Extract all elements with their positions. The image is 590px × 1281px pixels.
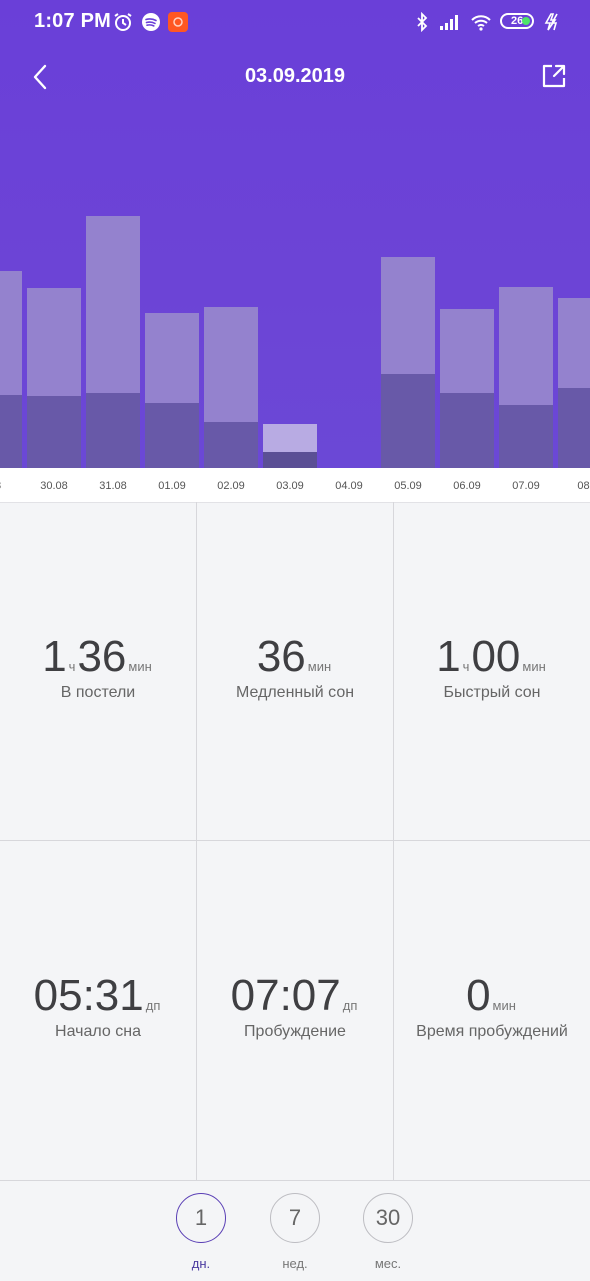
- charging-icon: [544, 13, 558, 31]
- stat-value: 05:31 дп: [33, 971, 161, 1020]
- bar-deep-30.08[interactable]: [27, 396, 81, 468]
- stat-label: Быстрый сон: [443, 684, 541, 701]
- bar-deep-02.09[interactable]: [204, 422, 258, 468]
- period-month-button[interactable]: 30: [363, 1193, 413, 1243]
- bar-light-30.08[interactable]: [27, 288, 81, 396]
- axis-tick-label: 30.08: [40, 480, 68, 492]
- stat-label: Медленный сон: [235, 684, 355, 701]
- bar-deep-29.08[interactable]: [0, 395, 22, 468]
- status-time: 1:07 PM: [34, 10, 111, 32]
- bluetooth-icon: [417, 12, 428, 32]
- wifi-icon: [471, 15, 491, 31]
- app-notification-icon: [168, 12, 188, 32]
- bar-deep-05.09[interactable]: [381, 374, 435, 468]
- date-axis: 08 30.08 31.08 01.09 02.09 03.09 04.09 05.09 06.…: [0, 468, 590, 503]
- bar-deep-01.09[interactable]: [145, 403, 199, 468]
- signal-icon: [440, 15, 458, 30]
- stat-value: 1 ч00 мин: [436, 632, 546, 681]
- stat-light-sleep: 36 мин Медленный сон: [197, 502, 393, 840]
- stat-label: Время пробуждений: [416, 1023, 568, 1040]
- bar-deep-31.08[interactable]: [86, 393, 140, 468]
- bar-light-31.08[interactable]: [86, 216, 140, 393]
- bar-light-06.09[interactable]: [440, 309, 494, 393]
- bar-light-05.09[interactable]: [381, 257, 435, 374]
- axis-tick-label: 04.09: [335, 480, 363, 492]
- bar-light-02.09[interactable]: [204, 307, 258, 422]
- axis-tick-label: 03.09: [276, 480, 304, 492]
- spotify-icon: [142, 13, 160, 31]
- battery-indicator: 26: [500, 13, 534, 29]
- axis-tick-label: 08: [0, 480, 25, 492]
- bar-light-08.09[interactable]: [558, 298, 590, 388]
- chart-header-area: 1:07 PM 26 03.09.2019: [0, 0, 590, 468]
- stat-label: Пробуждение: [244, 1023, 346, 1040]
- axis-tick-label: 06.09: [453, 480, 481, 492]
- alarm-icon: [114, 13, 132, 31]
- axis-tick-label: 05.09: [394, 480, 422, 492]
- bar-deep-08.09[interactable]: [558, 388, 590, 468]
- stat-label: В постели: [60, 684, 136, 701]
- period-selector: 1 дн. 7 нед. 30 мес.: [0, 1180, 590, 1281]
- bar-light-01.09[interactable]: [145, 313, 199, 403]
- status-bar: 1:07 PM 26: [0, 0, 590, 44]
- stat-sleep-start: 05:31 дп Начало сна: [0, 841, 196, 1179]
- stat-value: 1 ч36 мин: [42, 632, 152, 681]
- bar-light-03.09[interactable]: [263, 424, 317, 452]
- stat-label: Начало сна: [55, 1023, 141, 1040]
- period-day-label: дн.: [191, 1256, 211, 1271]
- bar-deep-06.09[interactable]: [440, 393, 494, 468]
- stat-value: 36 мин: [256, 632, 332, 681]
- bar-light-29.08[interactable]: [0, 271, 22, 395]
- battery-charging-dot: [522, 17, 530, 25]
- bar-deep-03.09[interactable]: [263, 452, 317, 468]
- stat-value: 07:07 дп: [230, 971, 358, 1020]
- period-day-button[interactable]: 1: [176, 1193, 226, 1243]
- axis-tick-label: 31.08: [99, 480, 127, 492]
- stat-awake-time: 0 мин Время пробуждений: [394, 841, 590, 1179]
- period-week-button[interactable]: 7: [270, 1193, 320, 1243]
- axis-tick-label: 02.09: [217, 480, 245, 492]
- share-icon[interactable]: [540, 62, 568, 90]
- axis-tick-label: 01.09: [158, 480, 186, 492]
- stat-wake-up: 07:07 дп Пробуждение: [197, 841, 393, 1179]
- page-title: 03.09.2019: [244, 65, 346, 87]
- stat-in-bed: 1 ч36 мин В постели: [0, 502, 196, 840]
- bar-deep-07.09[interactable]: [499, 405, 553, 468]
- bar-light-07.09[interactable]: [499, 287, 553, 405]
- stat-value: 0 мин: [466, 971, 516, 1020]
- axis-tick-label: 07.09: [512, 480, 540, 492]
- stat-rem-sleep: 1 ч00 мин Быстрый сон: [394, 502, 590, 840]
- period-week-label: нед.: [282, 1256, 308, 1271]
- app-header: 03.09.2019: [0, 52, 590, 102]
- period-month-label: мес.: [374, 1256, 402, 1271]
- axis-tick-label: 08.: [577, 480, 590, 492]
